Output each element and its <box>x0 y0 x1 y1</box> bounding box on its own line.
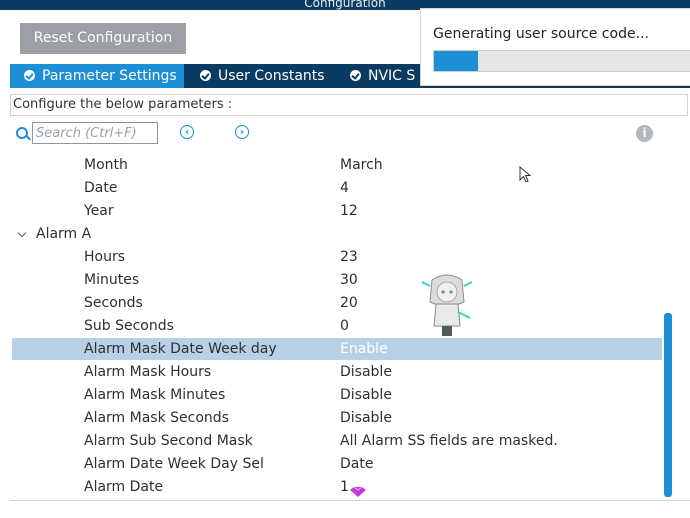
param-name: Alarm Date <box>84 479 164 495</box>
param-row-minutes[interactable]: Minutes 30 <box>12 269 662 291</box>
param-row-hours[interactable]: Hours 23 <box>12 246 662 268</box>
scrollbar-thumb[interactable] <box>664 313 672 497</box>
tab-label: Parameter Settings <box>42 68 177 84</box>
param-name: Month <box>84 157 128 173</box>
progress-bar-fill <box>434 51 478 71</box>
param-name: Sub Seconds <box>84 318 174 334</box>
group-row-alarm-a[interactable]: Alarm A <box>12 223 662 245</box>
param-value[interactable]: Enable <box>340 338 388 360</box>
param-row-alarm-mask-date-week-day[interactable]: Alarm Mask Date Week day Enable <box>12 338 662 360</box>
param-name: Seconds <box>84 295 143 311</box>
param-value[interactable]: 30 <box>340 269 358 291</box>
param-value[interactable]: 23 <box>340 246 358 268</box>
param-name: Alarm Sub Second Mask <box>84 433 253 449</box>
reset-configuration-button[interactable]: Reset Configuration <box>20 23 186 54</box>
mouse-cursor-icon <box>519 166 532 183</box>
param-row-alarm-date-week-day-sel[interactable]: Alarm Date Week Day Sel Date <box>12 453 662 475</box>
check-circle-icon <box>24 70 35 81</box>
progress-dialog: Generating user source code... <box>420 8 690 86</box>
param-row-alarm-date[interactable]: Alarm Date 1 <box>12 476 662 498</box>
param-name: Date <box>84 180 118 196</box>
param-name: Minutes <box>84 272 140 288</box>
tab-nvic-settings[interactable]: NVIC S <box>336 64 420 88</box>
param-value[interactable]: March <box>340 154 383 176</box>
param-row-alarm-mask-hours[interactable]: Alarm Mask Hours Disable <box>12 361 662 383</box>
gem-sticker-icon <box>350 486 366 497</box>
next-match-button[interactable]: › <box>235 125 249 139</box>
param-value[interactable]: Disable <box>340 407 392 429</box>
param-value[interactable]: Disable <box>340 384 392 406</box>
param-value[interactable]: Disable <box>340 361 392 383</box>
param-name: Alarm Mask Date Week day <box>84 341 277 357</box>
window-title: Configuration <box>304 0 386 10</box>
panel-bottom-divider <box>10 500 690 501</box>
param-row-year[interactable]: Year 12 <box>12 200 662 222</box>
param-value[interactable]: 0 <box>340 315 349 337</box>
param-value[interactable]: All Alarm SS fields are masked. <box>340 430 558 452</box>
param-name: Alarm Date Week Day Sel <box>84 456 264 472</box>
param-name: Alarm Mask Minutes <box>84 387 226 403</box>
tab-user-constants[interactable]: User Constants <box>186 64 336 88</box>
param-row-alarm-mask-seconds[interactable]: Alarm Mask Seconds Disable <box>12 407 662 429</box>
group-name: Alarm A <box>36 226 92 242</box>
info-icon[interactable]: i <box>636 125 653 142</box>
check-circle-icon <box>200 70 211 81</box>
parameter-tree: Month March Date 4 Year 12 Alarm A Hours… <box>12 154 662 499</box>
param-name: Hours <box>84 249 126 265</box>
tab-label: NVIC S <box>368 68 416 84</box>
tab-label: User Constants <box>218 68 325 84</box>
search-input[interactable] <box>32 122 158 144</box>
configure-parameters-bar: Configure the below parameters : <box>10 94 688 116</box>
previous-match-button[interactable]: ‹ <box>180 125 194 139</box>
chevron-down-icon[interactable] <box>17 228 27 238</box>
param-row-sub-seconds[interactable]: Sub Seconds 0 <box>12 315 662 337</box>
param-name: Alarm Mask Hours <box>84 364 212 380</box>
param-value[interactable]: 12 <box>340 200 358 222</box>
configure-parameters-label: Configure the below parameters : <box>13 97 233 112</box>
param-row-alarm-mask-minutes[interactable]: Alarm Mask Minutes Disable <box>12 384 662 406</box>
param-name: Year <box>84 203 114 219</box>
param-row-seconds[interactable]: Seconds 20 <box>12 292 662 314</box>
check-circle-icon <box>350 70 361 81</box>
param-name: Alarm Mask Seconds <box>84 410 229 426</box>
param-value[interactable]: 4 <box>340 177 349 199</box>
param-value[interactable]: Date <box>340 453 373 475</box>
param-row-alarm-sub-second-mask[interactable]: Alarm Sub Second Mask All Alarm SS field… <box>12 430 662 452</box>
param-value[interactable]: 1 <box>340 476 349 498</box>
param-row-date[interactable]: Date 4 <box>12 177 662 199</box>
param-row-month[interactable]: Month March <box>12 154 662 176</box>
search-icon <box>16 127 28 139</box>
mascot-sticker-icon <box>421 274 473 336</box>
param-value[interactable]: 20 <box>340 292 358 314</box>
progress-label: Generating user source code... <box>433 26 649 42</box>
search-row: ‹ › i <box>10 122 690 148</box>
tab-parameter-settings[interactable]: Parameter Settings <box>10 64 184 88</box>
progress-bar <box>433 50 690 72</box>
